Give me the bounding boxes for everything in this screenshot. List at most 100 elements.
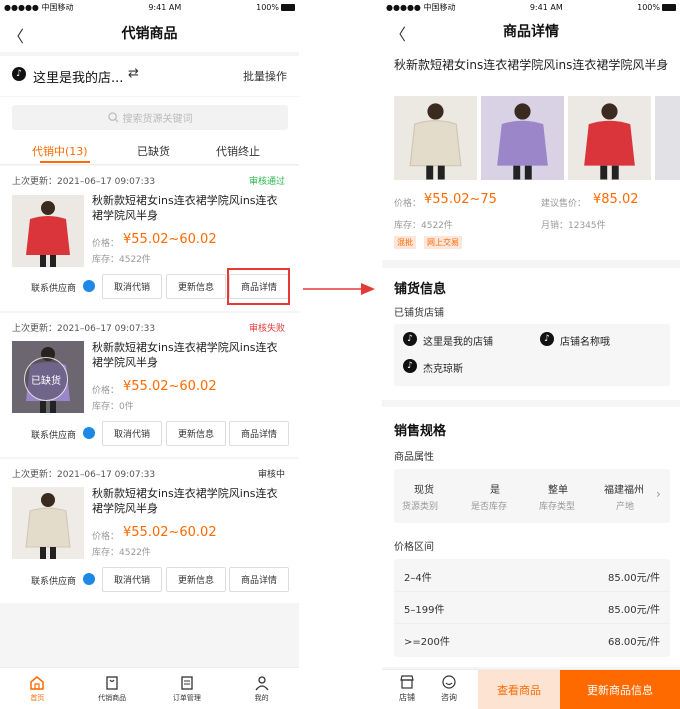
smile-icon <box>442 675 456 689</box>
section-title: 销售规格 <box>394 424 447 439</box>
back-icon[interactable]: 〈 <box>8 23 24 47</box>
swap-icon[interactable]: ⇄ <box>128 66 139 81</box>
price-label: 价格： <box>92 239 120 249</box>
store-list: ♪ 这里是我的店铺 ♪ 店铺名称哦 ♪ 杰克琼斯 <box>394 324 670 386</box>
store-name[interactable]: 杰克琼斯 <box>423 360 463 375</box>
stock-text: 库存：0件 <box>92 402 134 412</box>
review-status: 审核中 <box>258 470 286 480</box>
product-title[interactable]: 秋新款短裙女ins连衣裙学院风ins连衣裙学院风半身 <box>92 486 288 516</box>
carrier-text: ●●●●● 中国移动 <box>4 2 74 12</box>
store-name[interactable]: 店铺名称哦 <box>560 333 610 348</box>
contact-supplier-button[interactable]: 联系供应商 <box>31 574 76 587</box>
tab-consign[interactable]: 代销商品 <box>75 668 150 709</box>
nav-bar: 〈 代销商品 <box>0 14 299 52</box>
section-title: 铺货信息 <box>394 282 447 297</box>
update-info-button[interactable]: 更新信息 <box>166 274 226 299</box>
search-section: 搜索货源关键词 <box>0 97 299 137</box>
chat-icon[interactable] <box>83 280 95 292</box>
gallery-image[interactable] <box>481 96 564 180</box>
view-product-button[interactable]: 查看商品 <box>478 670 560 709</box>
section-subtitle: 已铺货店铺 <box>394 308 444 319</box>
tiktok-icon: ♪ <box>12 67 26 81</box>
update-info-button[interactable]: 更新信息 <box>166 567 226 592</box>
cancel-consign-button[interactable]: 取消代销 <box>102 421 162 446</box>
gallery-image[interactable] <box>655 96 680 180</box>
image-gallery[interactable] <box>394 96 680 180</box>
tab-bar: 代销中(13) 已缺货 代销终止 <box>0 137 299 165</box>
left-screen: ●●●●● 中国移动 9:41 AM 100% 〈 代销商品 ♪ 这里是我的店.… <box>0 0 299 709</box>
price-value: ¥55.02~60.02 <box>123 379 217 394</box>
tab-selling[interactable]: 代销中(13) <box>32 143 88 159</box>
flow-arrow-icon <box>303 283 375 295</box>
monthly-sales-text: 月销：12345件 <box>541 221 606 231</box>
tab-orders-label: 订单管理 <box>172 693 201 702</box>
home-icon <box>30 675 45 690</box>
range-price: 85.00元/件 <box>608 573 660 584</box>
page-title: 代销商品 <box>121 26 178 42</box>
right-screen: ●●●●● 中国移动 9:41 AM 100% 〈 商品详情 秋新款短裙女ins… <box>382 0 680 709</box>
price-value: ¥55.02~60.02 <box>123 525 217 540</box>
cancel-consign-button[interactable]: 取消代销 <box>102 567 162 592</box>
tab-mine-label: 我的 <box>254 693 269 702</box>
range-quantity: 5–199件 <box>404 605 445 616</box>
gallery-image[interactable] <box>568 96 651 180</box>
product-title[interactable]: 秋新款短裙女ins连衣裙学院风ins连衣裙学院风半身 <box>92 340 288 370</box>
product-card: 上次更新：2021–06–17 09:07:33 审核通过 秋新款短裙女ins连… <box>0 166 299 311</box>
price-value: ¥55.02~60.02 <box>123 232 217 247</box>
page-title: 商品详情 <box>503 24 559 40</box>
tab-mine[interactable]: 我的 <box>224 668 299 709</box>
battery: 100% <box>256 3 295 12</box>
store-name[interactable]: 这里是我的店铺 <box>423 333 493 348</box>
bag-icon <box>106 675 118 690</box>
tiktok-icon: ♪ <box>403 359 417 373</box>
back-icon[interactable]: 〈 <box>390 21 406 45</box>
product-info-section: 秋新款短裙女ins连衣裙学院风ins连衣裙学院风半身 价格： ¥55.02~75… <box>382 48 680 260</box>
user-icon <box>255 675 269 690</box>
nav-bar: 〈 商品详情 <box>382 14 680 48</box>
product-card: 上次更新：2021–06–17 09:07:33 审核失败 已缺货 秋新款短裙女… <box>0 313 299 457</box>
update-info-button[interactable]: 更新信息 <box>166 421 226 446</box>
out-of-stock-badge: 已缺货 <box>24 357 68 401</box>
product-detail-button[interactable]: 商品详情 <box>229 421 289 446</box>
chat-icon[interactable] <box>83 573 95 585</box>
gallery-image[interactable] <box>394 96 477 180</box>
tiktok-icon: ♪ <box>540 332 554 346</box>
cancel-consign-button[interactable]: 取消代销 <box>102 274 162 299</box>
update-time: 上次更新：2021–06–17 09:07:33 <box>12 470 156 480</box>
product-image[interactable] <box>12 195 84 267</box>
store-label: 店铺 <box>399 693 415 702</box>
batch-operation-button[interactable]: 批量操作 <box>243 68 287 84</box>
product-title[interactable]: 秋新款短裙女ins连衣裙学院风ins连衣裙学院风半身 <box>92 193 288 223</box>
product-image[interactable]: 已缺货 <box>12 341 84 413</box>
spec-section: 销售规格 商品属性 现货 货源类别 是 是否库存 整单 库存类型 福建福州 产地… <box>382 407 680 667</box>
attributes-panel[interactable]: 现货 货源类别 是 是否库存 整单 库存类型 福建福州 产地 › <box>394 469 670 523</box>
battery-icon <box>662 3 676 11</box>
tab-home[interactable]: 首页 <box>0 668 75 709</box>
tab-orders[interactable]: 订单管理 <box>150 668 225 709</box>
store-button[interactable]: 店铺 <box>396 674 418 703</box>
bottom-action-bar: 店铺 咨询 查看商品 更新商品信息 <box>382 669 680 709</box>
tab-out-of-stock[interactable]: 已缺货 <box>137 143 170 159</box>
search-input[interactable]: 搜索货源关键词 <box>12 105 288 130</box>
chat-icon[interactable] <box>83 427 95 439</box>
store-selector[interactable]: 这里是我的店... <box>33 67 123 86</box>
product-detail-button[interactable]: 商品详情 <box>229 567 289 592</box>
attr-key: 库存类型 <box>539 502 576 512</box>
stock-text: 库存：4522件 <box>92 548 151 558</box>
contact-supplier-button[interactable]: 联系供应商 <box>31 428 76 441</box>
consult-label: 咨询 <box>441 693 457 702</box>
product-image[interactable] <box>12 487 84 559</box>
status-bar: ●●●●● 中国移动 9:41 AM 100% <box>0 0 299 14</box>
consult-button[interactable]: 咨询 <box>438 674 460 703</box>
update-time: 上次更新：2021–06–17 09:07:33 <box>12 324 156 334</box>
range-price: 68.00元/件 <box>608 637 660 648</box>
attr-key: 产地 <box>616 502 635 512</box>
price-value: ¥55.02~75 <box>424 192 497 207</box>
tab-indicator <box>40 161 90 163</box>
time-text: 9:41 AM <box>529 2 563 12</box>
contact-supplier-button[interactable]: 联系供应商 <box>31 281 76 294</box>
suggested-price-value: ¥85.02 <box>593 192 639 207</box>
range-quantity: 2–4件 <box>404 573 432 584</box>
update-product-info-button[interactable]: 更新商品信息 <box>560 670 680 709</box>
tab-terminated[interactable]: 代销终止 <box>216 143 260 159</box>
